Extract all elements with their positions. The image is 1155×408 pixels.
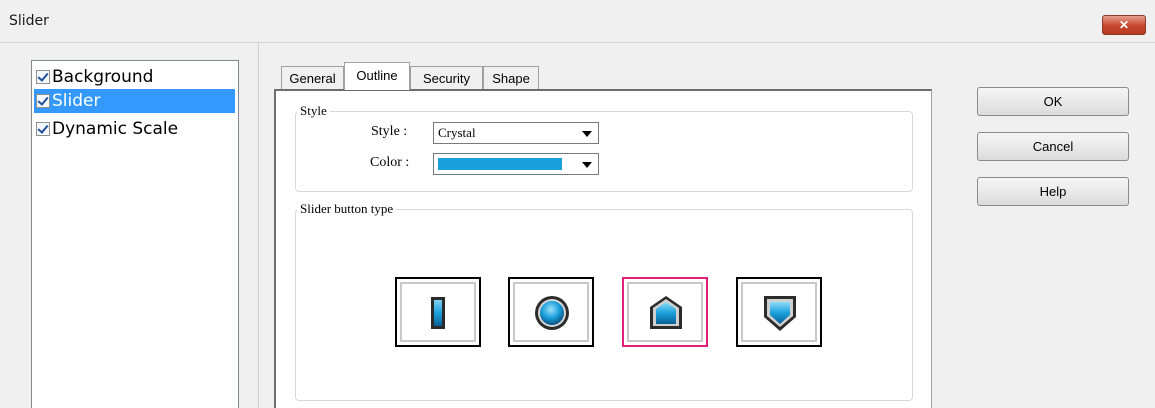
tab-shape[interactable]: Shape [483,66,539,90]
window-title: Slider [9,13,49,29]
tab-label: Security [423,71,470,86]
checkbox-checked-icon[interactable] [36,122,50,136]
tree-item-label: Slider [52,91,101,111]
circle-knob-icon [535,296,569,330]
color-select[interactable] [433,153,599,175]
checkbox-checked-icon[interactable] [36,94,50,108]
close-icon: ✕ [1118,18,1130,32]
checkbox-checked-icon[interactable] [36,70,50,84]
color-swatch [438,158,562,170]
tree-item-dynamic-scale[interactable]: Dynamic Scale [36,117,178,141]
cancel-button-label: Cancel [1032,139,1074,154]
slider-button-type-title: Slider button type [297,201,397,217]
style-label: Style : [371,124,408,139]
chevron-down-icon [582,131,592,137]
tab-label: Outline [356,68,398,83]
help-button[interactable]: Help [977,177,1129,206]
pentagon-up-knob-icon [650,296,682,329]
rectangle-knob-icon [431,297,445,329]
ok-button-label: OK [1043,94,1063,109]
tree-item-slider[interactable]: Slider [34,89,235,113]
style-select-value: Crystal [438,125,476,140]
style-select[interactable]: Crystal [433,122,599,144]
splitter[interactable] [258,42,259,408]
tab-security[interactable]: Security [410,66,483,90]
close-button[interactable]: ✕ [1102,15,1146,35]
shield-knob-icon [764,296,796,331]
chevron-down-icon [582,162,592,168]
category-tree: Background Slider Dynamic Scale [31,60,239,408]
tree-item-background[interactable]: Background [36,65,153,89]
button-type-rectangle[interactable] [395,277,481,347]
cancel-button[interactable]: Cancel [977,132,1129,161]
title-bar: Slider ✕ [0,0,1155,43]
outline-tab-panel: Style Style : Crystal Color : Slider but… [274,89,932,408]
button-type-shield[interactable] [736,277,822,347]
ok-button[interactable]: OK [977,87,1129,116]
button-type-circle[interactable] [508,277,594,347]
tree-item-label: Background [52,67,154,87]
tab-label: General [289,71,336,86]
tab-outline[interactable]: Outline [344,62,410,90]
tab-general[interactable]: General [281,66,344,90]
color-label: Color : [370,155,410,170]
help-button-label: Help [1039,184,1067,199]
tab-label: Shape [492,71,530,86]
button-type-pentagon[interactable] [622,277,708,347]
style-group-title: Style [297,103,330,119]
slider-dialog: Slider ✕ Background Slider Dynamic Scale… [0,0,1155,408]
tree-item-label: Dynamic Scale [52,119,179,139]
